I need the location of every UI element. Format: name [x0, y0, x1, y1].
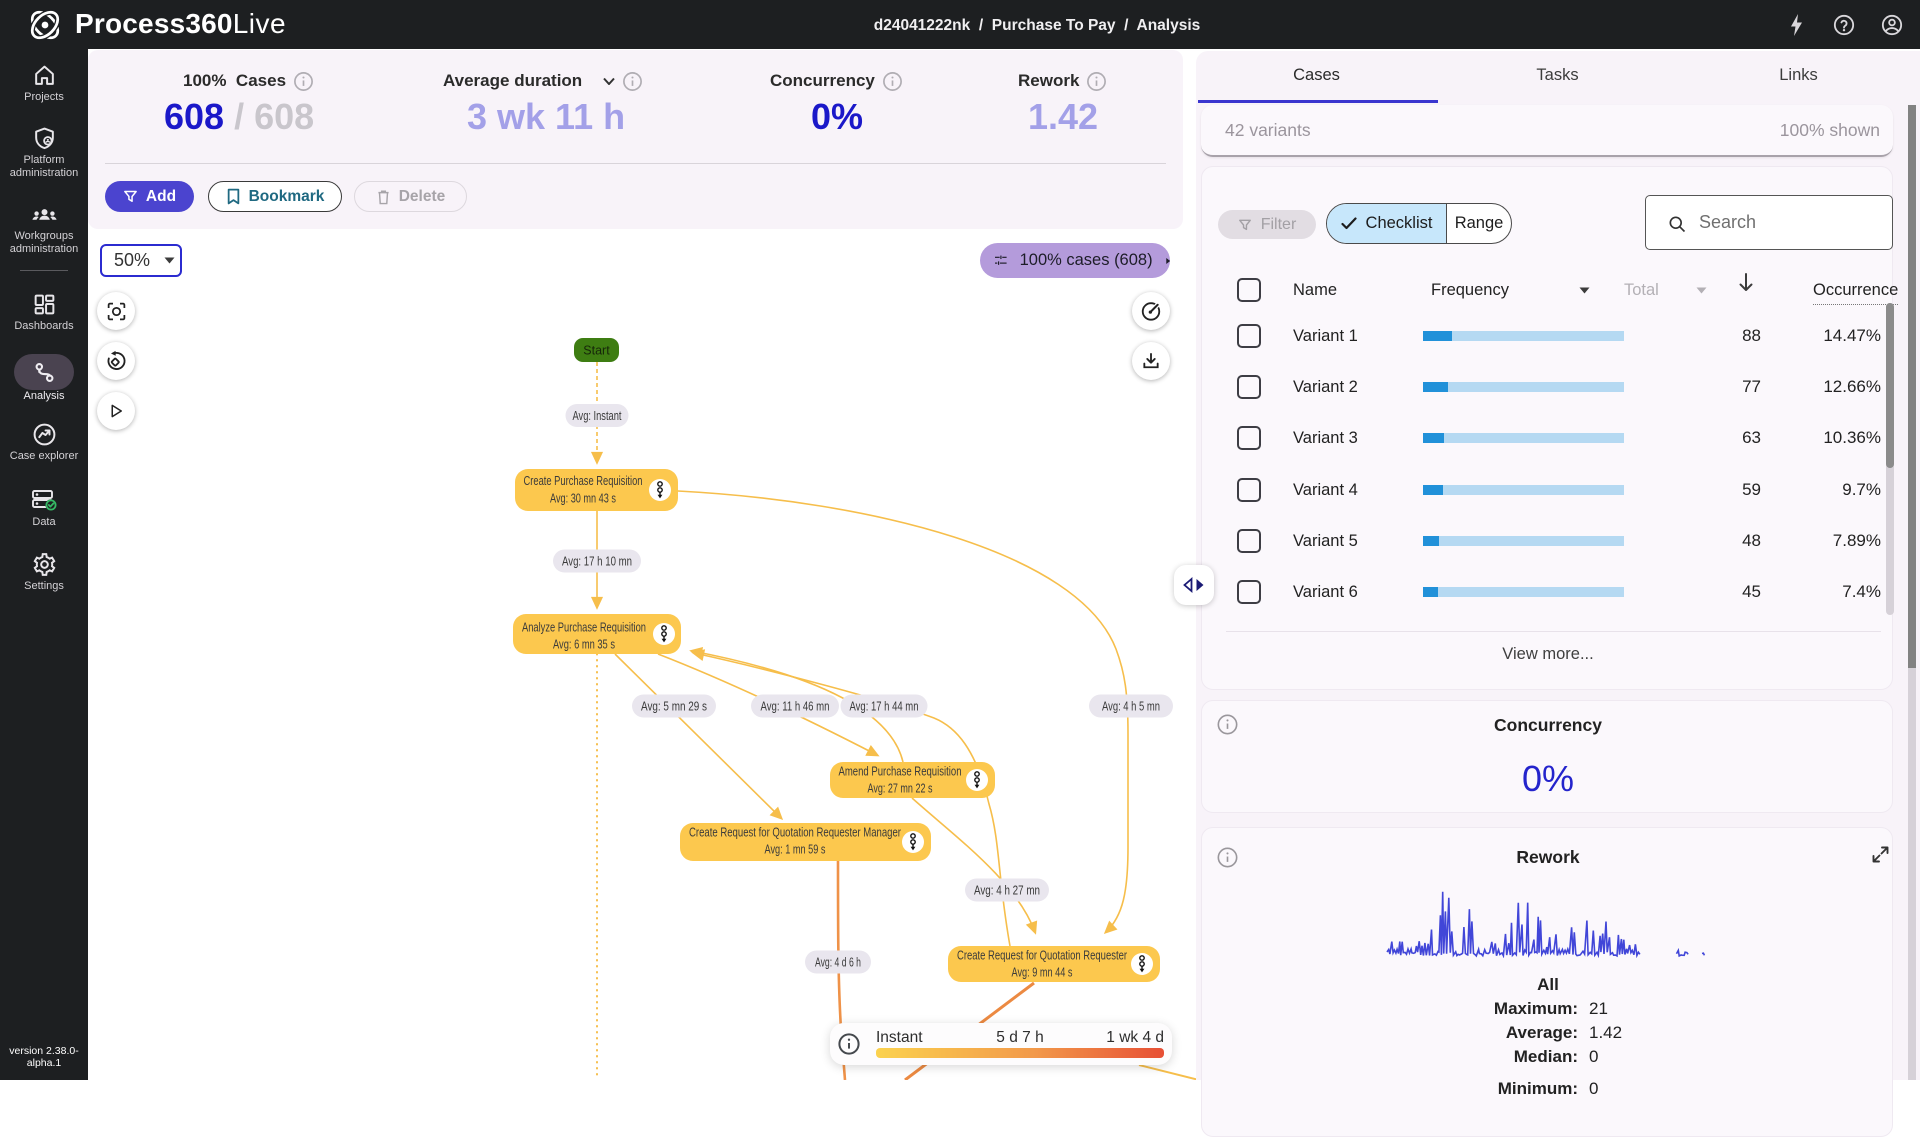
svg-text:Create Request for Quotation R: Create Request for Quotation Requester M…: [689, 825, 901, 840]
svg-text:Avg: 1 mn 59 s: Avg: 1 mn 59 s: [765, 842, 826, 857]
svg-text:Analyze Purchase Requisition: Analyze Purchase Requisition: [522, 620, 646, 635]
svg-text:Avg: 17 h 10 mn: Avg: 17 h 10 mn: [562, 554, 632, 569]
svg-text:Avg: 27 mn 22 s: Avg: 27 mn 22 s: [868, 781, 933, 796]
svg-text:Amend Purchase Requisition: Amend Purchase Requisition: [839, 764, 962, 779]
svg-text:Avg: 11 h 46 mn: Avg: 11 h 46 mn: [761, 699, 830, 714]
svg-text:Avg: 4 d 6 h: Avg: 4 d 6 h: [815, 955, 861, 970]
svg-text:Avg: 17 h 44 mn: Avg: 17 h 44 mn: [850, 699, 919, 714]
svg-text:Avg: 4 h 27 mn: Avg: 4 h 27 mn: [974, 883, 1040, 898]
svg-text:Avg: 30 mn 43 s: Avg: 30 mn 43 s: [550, 491, 616, 506]
svg-text:Start: Start: [583, 344, 610, 358]
svg-text:Create Purchase Requisition: Create Purchase Requisition: [524, 473, 643, 488]
svg-text:Avg: 5 mn 29 s: Avg: 5 mn 29 s: [641, 699, 707, 714]
svg-text:Avg: Instant: Avg: Instant: [573, 408, 622, 423]
svg-text:Avg: 9 mn 44 s: Avg: 9 mn 44 s: [1012, 965, 1073, 980]
svg-text:Avg: 4 h 5 mn: Avg: 4 h 5 mn: [1102, 699, 1160, 714]
svg-text:Avg: 6 mn 35 s: Avg: 6 mn 35 s: [553, 637, 615, 652]
svg-text:Create Request for Quotation R: Create Request for Quotation Requester: [957, 948, 1127, 963]
